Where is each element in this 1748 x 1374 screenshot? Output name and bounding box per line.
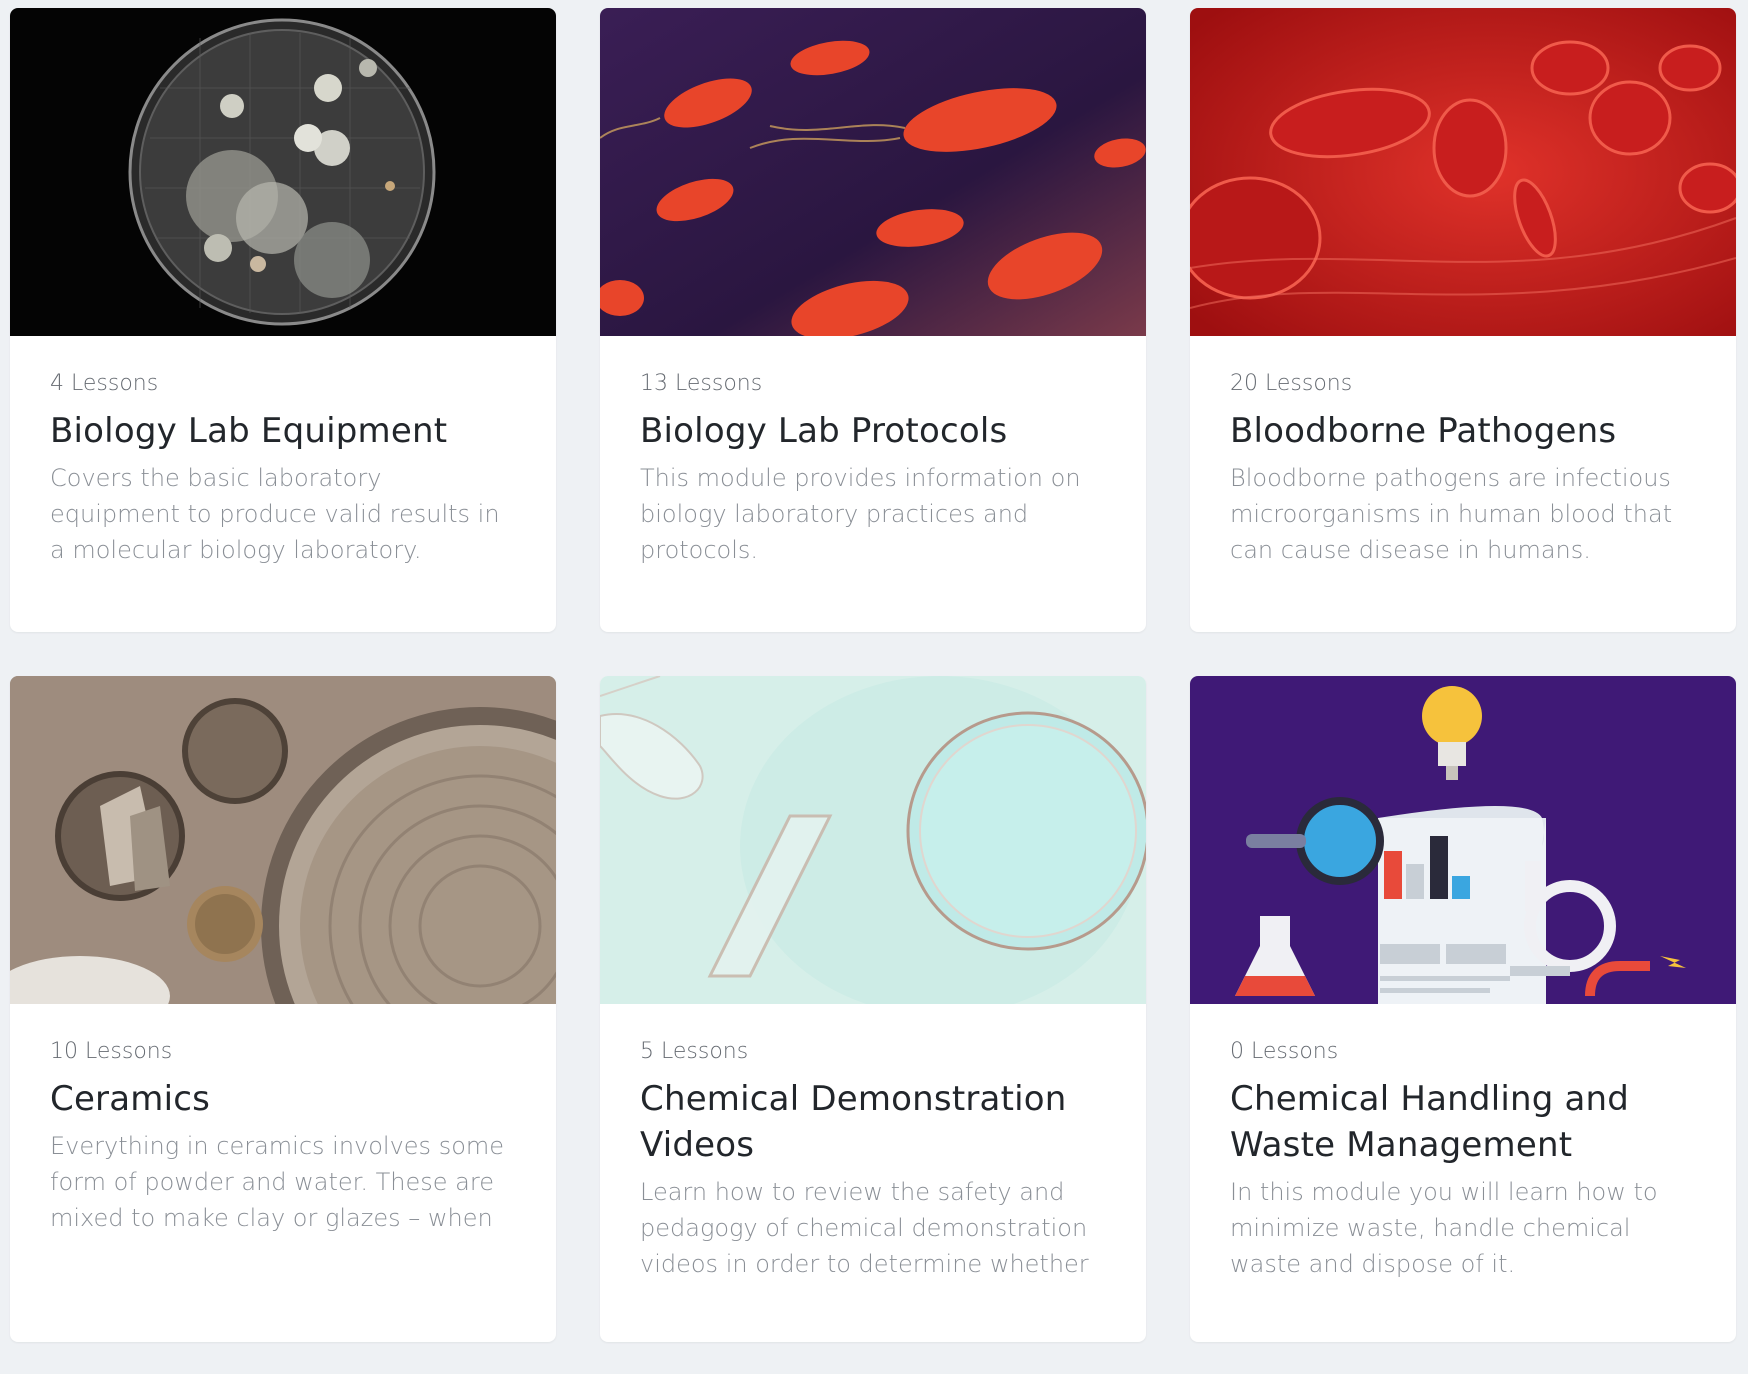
course-title[interactable]: Chemical Demonstration Videos bbox=[640, 1076, 1106, 1168]
course-description: This module provides information on biol… bbox=[640, 464, 1081, 564]
course-card-chemical-handling-and-waste-management[interactable]: 0 Lessons Chemical Handling and Waste Ma… bbox=[1190, 676, 1736, 1342]
petri-dish-cultures-image bbox=[10, 8, 556, 336]
course-description: Bloodborne pathogens are infectious micr… bbox=[1230, 464, 1673, 564]
course-title[interactable]: Biology Lab Protocols bbox=[640, 408, 1106, 454]
course-card-bloodborne-pathogens[interactable]: 20 Lessons Bloodborne Pathogens Bloodbor… bbox=[1190, 8, 1736, 632]
lesson-count: 5 Lessons bbox=[640, 1039, 749, 1064]
course-card-biology-lab-equipment[interactable]: 4 Lessons Biology Lab Equipment Covers t… bbox=[10, 8, 556, 632]
lesson-count: 4 Lessons bbox=[50, 371, 159, 396]
course-grid: 4 Lessons Biology Lab Equipment Covers t… bbox=[10, 8, 1738, 1342]
lesson-count: 0 Lessons bbox=[1230, 1039, 1339, 1064]
lesson-count: 10 Lessons bbox=[50, 1039, 173, 1064]
course-description: In this module you will learn how to min… bbox=[1230, 1178, 1658, 1278]
course-card-chemical-demonstration-videos[interactable]: 5 Lessons Chemical Demonstration Videos … bbox=[600, 676, 1146, 1342]
course-description: Learn how to review the safety and pedag… bbox=[640, 1178, 1089, 1278]
bacteria-illustration-image bbox=[600, 8, 1146, 336]
lesson-count: 13 Lessons bbox=[640, 371, 763, 396]
course-description: Everything in ceramics involves some for… bbox=[50, 1132, 505, 1232]
course-card-biology-lab-protocols[interactable]: 13 Lessons Biology Lab Protocols This mo… bbox=[600, 8, 1146, 632]
course-card-ceramics[interactable]: 10 Lessons Ceramics Everything in cerami… bbox=[10, 676, 556, 1342]
test-tube-and-petri-dish-image bbox=[600, 676, 1146, 1004]
course-description: Covers the basic laboratory equipment to… bbox=[50, 464, 500, 564]
pottery-wheel-image bbox=[10, 676, 556, 1004]
course-title[interactable]: Ceramics bbox=[50, 1076, 516, 1122]
course-title[interactable]: Chemical Handling and Waste Management bbox=[1230, 1076, 1696, 1168]
lesson-count: 20 Lessons bbox=[1230, 371, 1353, 396]
red-blood-cells-image bbox=[1190, 8, 1736, 336]
course-title[interactable]: Bloodborne Pathogens bbox=[1230, 408, 1696, 454]
lab-report-illustration-image bbox=[1190, 676, 1736, 1004]
course-title[interactable]: Biology Lab Equipment bbox=[50, 408, 516, 454]
